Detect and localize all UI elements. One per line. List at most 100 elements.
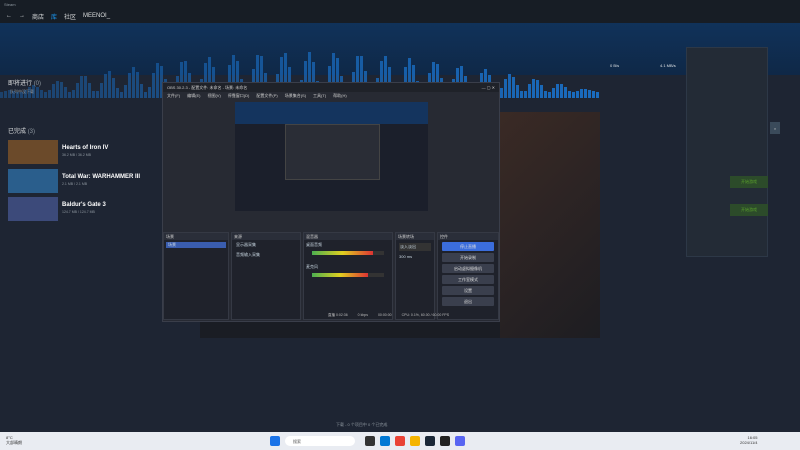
menu-item[interactable]: 停靠窗口(D) [228, 93, 250, 99]
obs-window: OBS 30.2.3 - 配置文件: 未命名 - 场景: 未命名 — ▢ ✕ 文… [162, 82, 500, 322]
upcoming-label: 即将进行 [8, 81, 33, 87]
graph-bar [128, 72, 131, 98]
graph-bar [588, 89, 591, 98]
game-thumb [8, 197, 58, 221]
discord-icon[interactable] [455, 436, 465, 446]
nav-library[interactable]: 库 [51, 12, 57, 21]
back-icon[interactable]: ← [6, 13, 12, 19]
upcoming-heading: 即将进行 (0) [8, 78, 41, 87]
play-button[interactable]: 开始游戏 [730, 176, 768, 188]
graph-bar [132, 66, 135, 98]
duration-value[interactable]: 300 ms [399, 254, 431, 259]
graph-bar [536, 79, 539, 98]
graph-bar [548, 91, 551, 98]
nav-store[interactable]: 商店 [32, 12, 44, 21]
stat-current: 0 B/s [610, 63, 620, 68]
stop-stream-button[interactable]: 停止直播 [442, 242, 494, 251]
virtual-camera-button[interactable]: 启动虚拟摄像机 [442, 264, 494, 273]
menu-item[interactable]: 场景集合(S) [285, 93, 306, 99]
edge-icon[interactable] [380, 436, 390, 446]
weather-desc: 大部晴朗 [6, 440, 22, 445]
graph-bar [512, 76, 515, 98]
record-time: 00:00:00 [377, 313, 392, 317]
nav-username[interactable]: MEENOI_ [83, 13, 110, 19]
game-row[interactable]: Hearts of Iron IV 36.2 MB / 36.2 MB [8, 140, 148, 164]
notification-panel [686, 47, 768, 257]
menu-item[interactable]: 工具(T) [313, 93, 326, 99]
menu-item[interactable]: 文件(F) [167, 93, 180, 99]
completed-heading: 已完成 (3) [8, 126, 35, 135]
completed-label: 已完成 [8, 129, 27, 135]
source-item[interactable]: 显示器采集 [232, 240, 300, 250]
cpu-fps: CPU: 0.1%, 60.00 / 60.00 FPS [401, 313, 450, 317]
graph-bar [584, 88, 587, 98]
graph-bar [64, 87, 67, 98]
menu-item[interactable]: 配置文件(P) [256, 93, 277, 99]
graph-bar [152, 73, 155, 98]
steam-nav: ← → 商店 库 社区 MEENOI_ [0, 9, 800, 23]
graph-bar [568, 90, 571, 98]
panel-close-icon[interactable]: × [770, 122, 780, 134]
dock-header: 场景 [164, 233, 228, 240]
scenes-dock: 场景 场景 [163, 232, 229, 320]
game-size: 124.7 MB / 124.7 MB [62, 210, 95, 214]
minimize-icon[interactable]: — [482, 85, 486, 90]
studio-mode-button[interactable]: 工作室模式 [442, 275, 494, 284]
dock-header: 混音器 [304, 233, 392, 240]
graph-bar [508, 73, 511, 98]
close-icon[interactable]: ✕ [492, 85, 495, 90]
start-icon[interactable] [270, 436, 280, 446]
graph-bar [88, 83, 91, 98]
obs-preview[interactable] [235, 102, 428, 211]
steam-topbar: Steam [0, 0, 800, 9]
graph-bar [580, 88, 583, 98]
menu-item[interactable]: 视图(V) [207, 93, 220, 99]
meter-fill [312, 251, 374, 255]
clock[interactable]: 16:05 2024/11/4 [740, 435, 758, 445]
explorer-icon[interactable] [410, 436, 420, 446]
menu-item[interactable]: 编辑(E) [187, 93, 200, 99]
menu-item[interactable]: 帮助(H) [333, 93, 347, 99]
graph-bar [80, 76, 83, 98]
maximize-icon[interactable]: ▢ [487, 85, 491, 90]
source-item[interactable]: 音频输入采集 [232, 250, 300, 260]
settings-button[interactable]: 设置 [442, 286, 494, 295]
nav-community[interactable]: 社区 [64, 12, 76, 21]
chrome-icon[interactable] [395, 436, 405, 446]
graph-bar [148, 87, 151, 98]
dock-header: 来源 [232, 233, 300, 240]
graph-bar [520, 91, 523, 98]
obs-icon[interactable] [440, 436, 450, 446]
graph-bar [116, 88, 119, 98]
controls-dock: 控件 停止直播 开始录制 启动虚拟摄像机 工作室模式 设置 退出 [437, 232, 499, 320]
game-row[interactable]: Baldur's Gate 3 124.7 MB / 124.7 MB [8, 197, 148, 221]
graph-bar [516, 85, 519, 98]
graph-bar [60, 81, 63, 98]
game-row[interactable]: Total War: WARHAMMER III 2.1 MB / 2.1 MB [8, 169, 148, 193]
graph-bar [572, 92, 575, 98]
exit-button[interactable]: 退出 [442, 297, 494, 306]
graph-bar [500, 88, 503, 98]
scene-item[interactable]: 场景 [166, 242, 226, 248]
game-thumb [8, 169, 58, 193]
forward-icon[interactable]: → [19, 13, 25, 19]
dock-header: 控件 [438, 233, 498, 240]
weather-widget[interactable]: 8°C 大部晴朗 [6, 435, 22, 446]
obs-titlebar: OBS 30.2.3 - 配置文件: 未命名 - 场景: 未命名 — ▢ ✕ [163, 83, 499, 92]
start-recording-button[interactable]: 开始录制 [442, 253, 494, 262]
graph-bar [504, 79, 507, 98]
graph-bar [4, 91, 7, 98]
stream-time: 直播 0:02:36 [328, 313, 348, 317]
steam-menu-label[interactable]: Steam [4, 2, 16, 7]
transition-select[interactable]: 淡入淡出 [399, 243, 431, 251]
play-button[interactable]: 开始游戏 [730, 204, 768, 216]
steam-icon[interactable] [425, 436, 435, 446]
graph-bar [68, 91, 71, 98]
search-box[interactable]: 搜索 [285, 436, 355, 446]
graph-bar [56, 80, 59, 98]
taskview-icon[interactable] [365, 436, 375, 446]
window-controls: — ▢ ✕ [482, 85, 495, 90]
graph-bar [104, 73, 107, 98]
graph-bar [552, 88, 555, 98]
graph-bar [92, 90, 95, 98]
